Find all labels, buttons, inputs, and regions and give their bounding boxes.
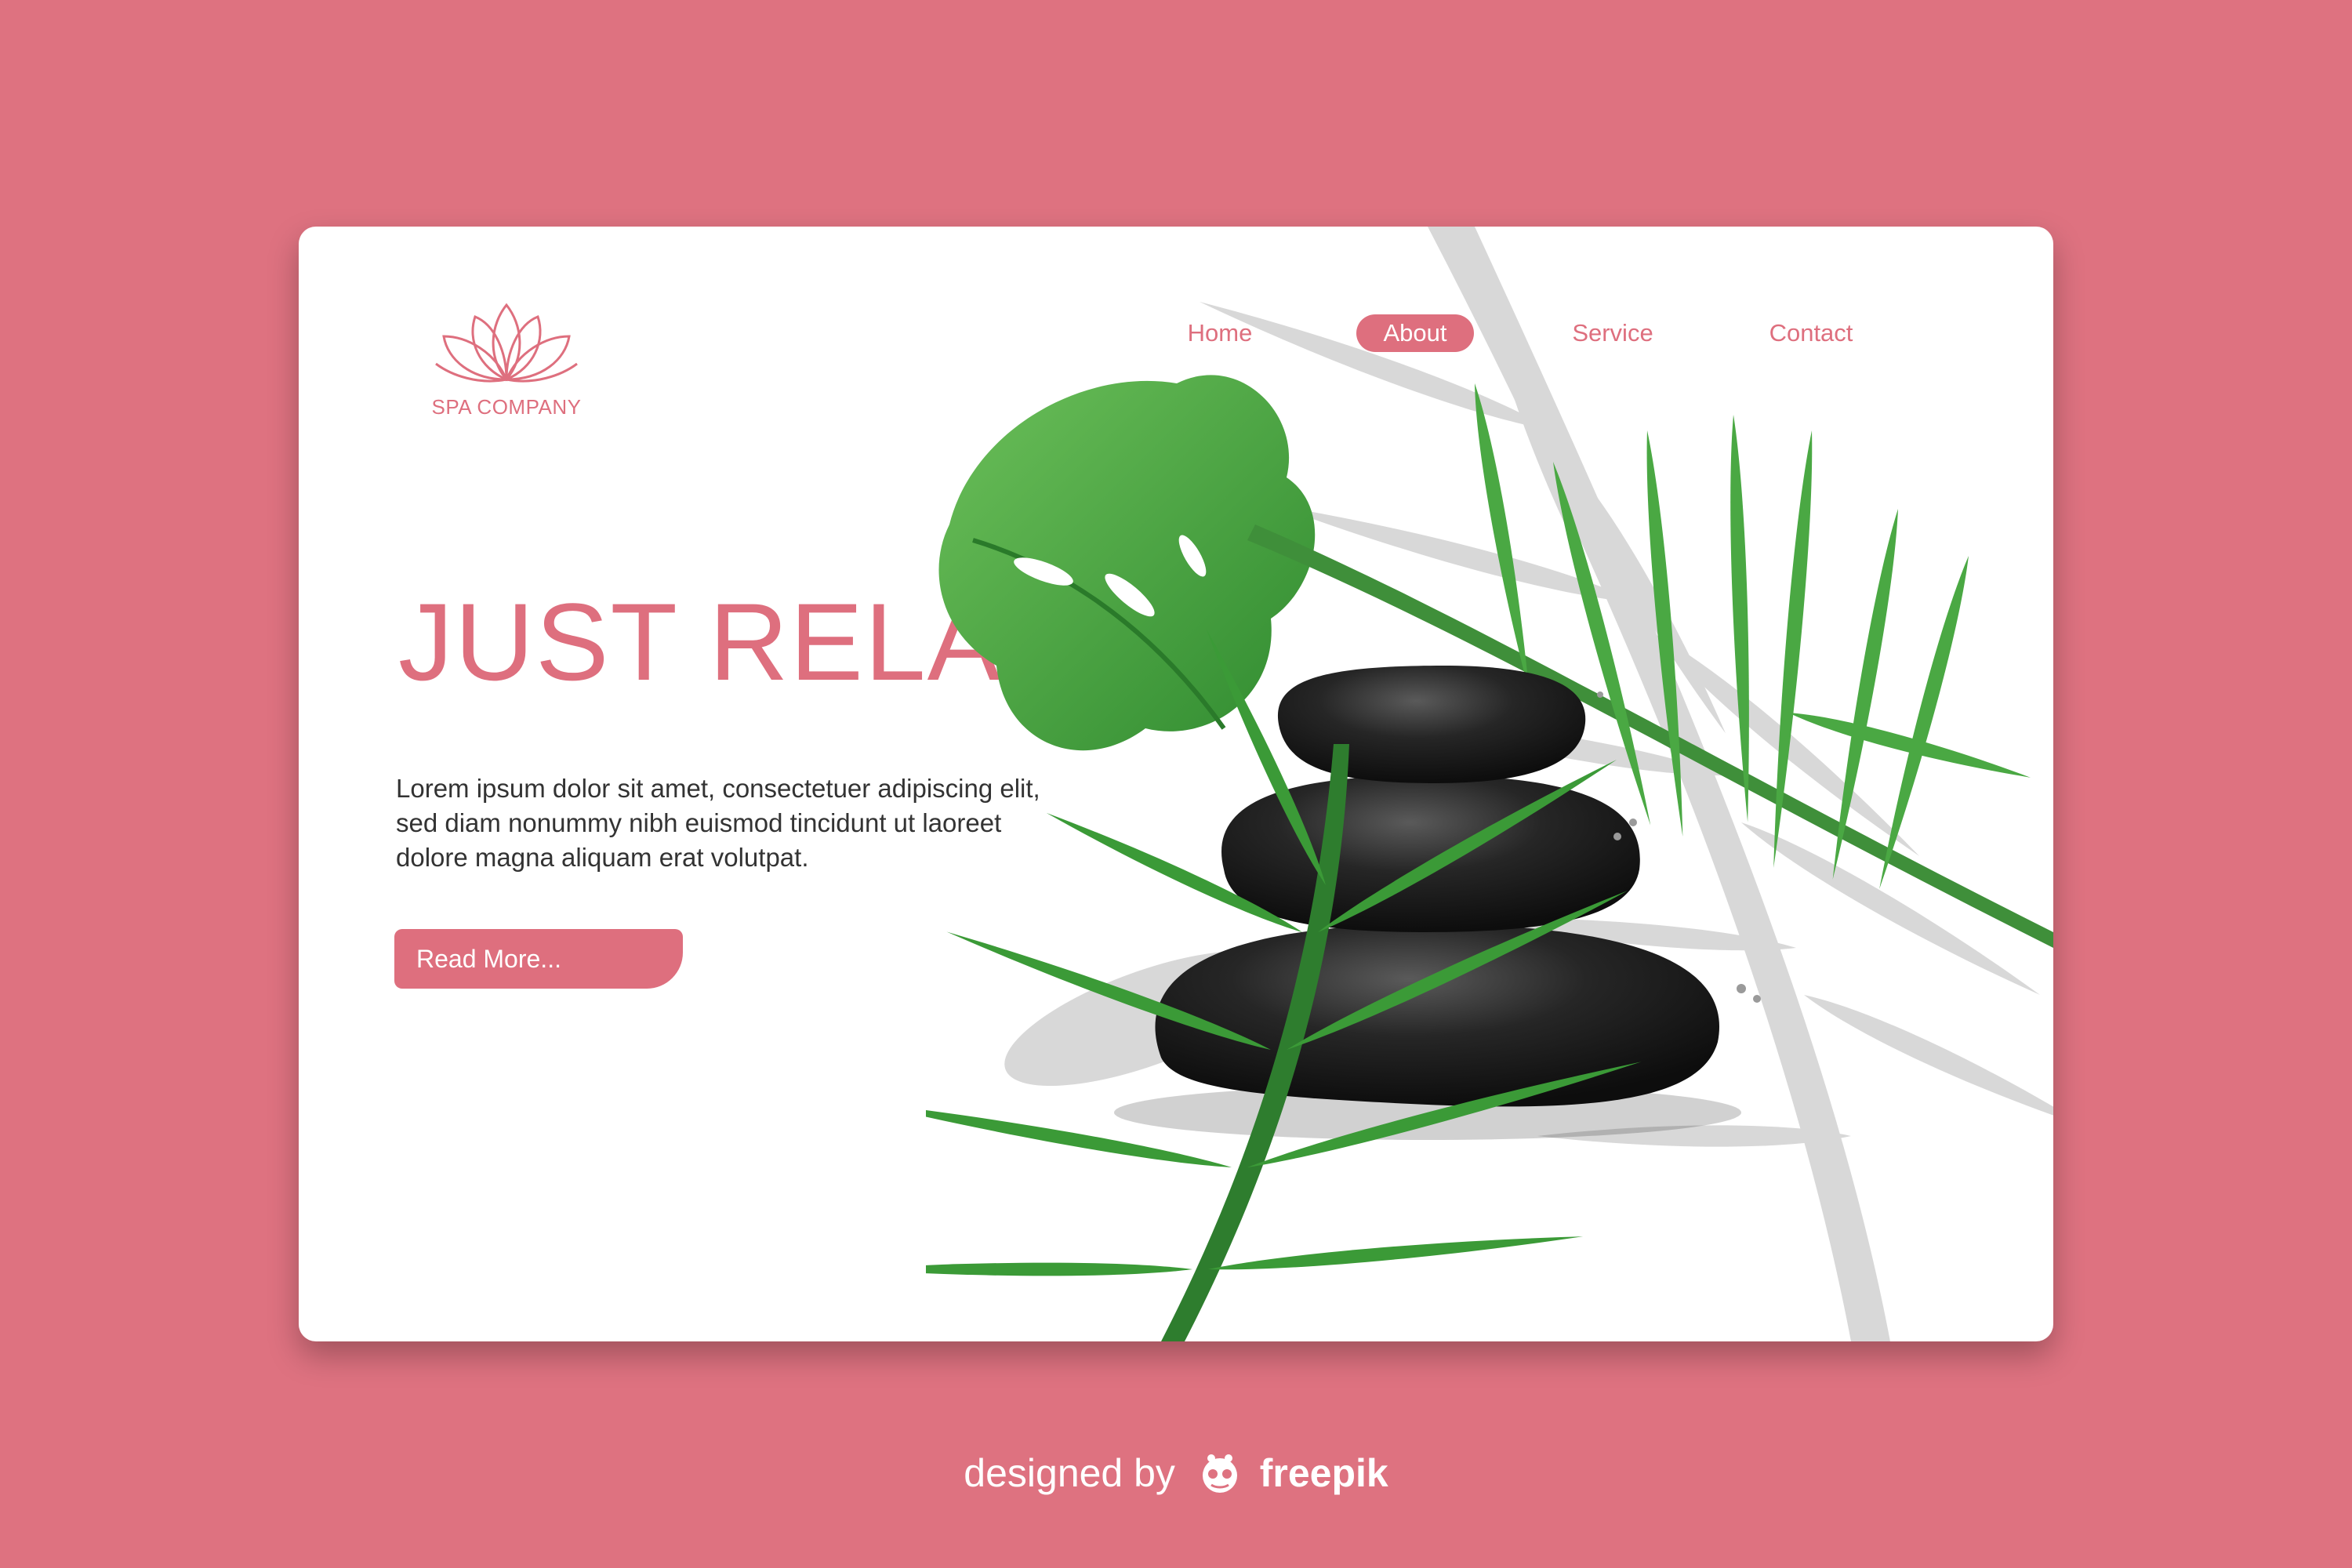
landing-card: SPA COMPANY Home About Service Contact J…	[299, 227, 2053, 1341]
read-more-button[interactable]: Read More...	[394, 929, 683, 989]
monstera-leaf	[938, 375, 1316, 751]
spa-stones-illustration	[926, 227, 2053, 1341]
lotus-icon	[435, 303, 578, 383]
brand-logo[interactable]: SPA COMPANY	[408, 297, 604, 419]
footer-prefix: designed by	[964, 1451, 1175, 1496]
footer-brand: freepik	[1259, 1451, 1388, 1496]
footer-credit: designed by freepik	[0, 1450, 2352, 1502]
brand-name: SPA COMPANY	[431, 395, 582, 419]
freepik-logo-icon	[1202, 1454, 1237, 1493]
